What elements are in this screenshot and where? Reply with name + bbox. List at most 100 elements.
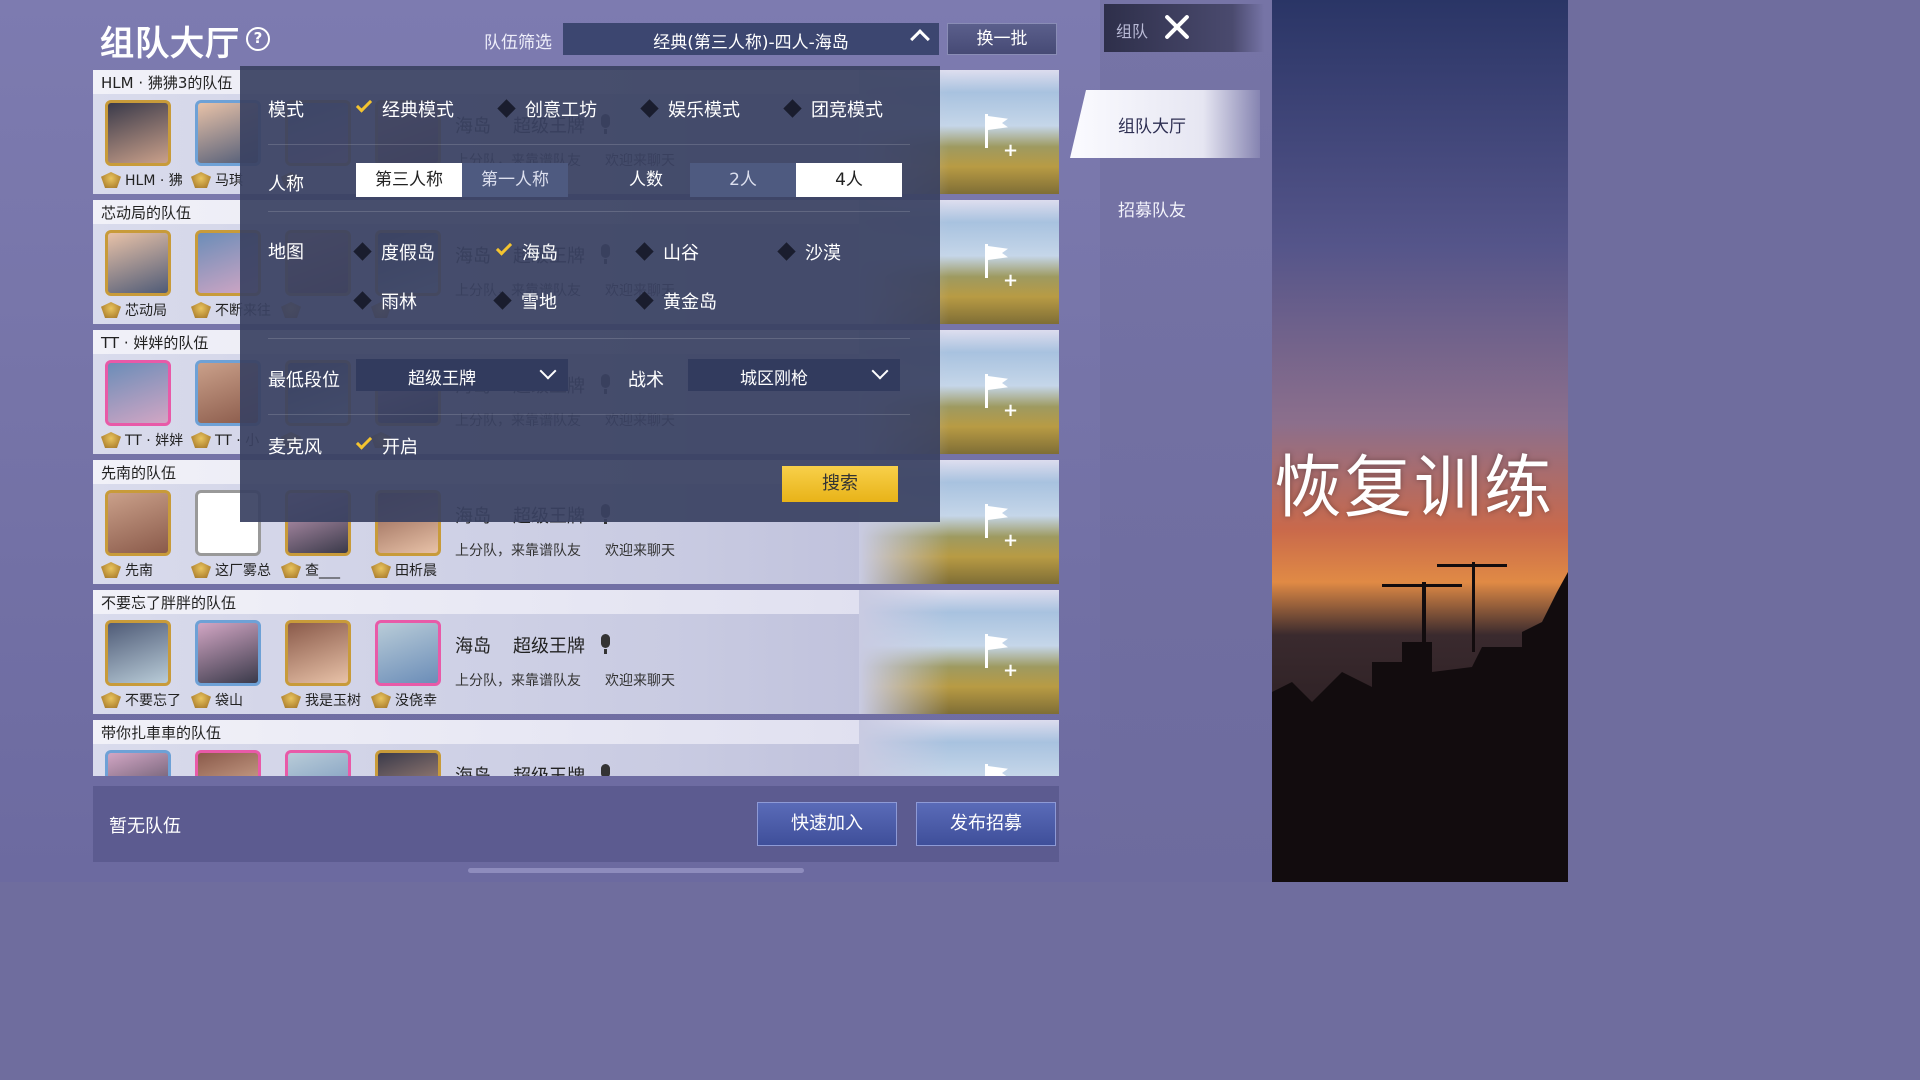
diamond-icon xyxy=(493,291,512,310)
microphone-option-on[interactable]: 开启 xyxy=(355,433,418,459)
member-name: 没侥幸 xyxy=(395,693,437,709)
microphone-label: 麦克风 xyxy=(268,437,322,458)
publish-recruit-button[interactable]: 发布招募 xyxy=(916,802,1056,846)
avatar[interactable] xyxy=(105,230,171,296)
perspective-first-person[interactable]: 第一人称 xyxy=(462,163,568,197)
perspective-third-person[interactable]: 第三人称 xyxy=(356,163,462,197)
team-card[interactable]: 带你扎車車的队伍海岛超级王牌+ xyxy=(93,720,1059,776)
empty-status-text: 暂无队伍 xyxy=(109,816,181,837)
min-rank-value: 超级王牌 xyxy=(408,369,476,389)
tactic-dropdown[interactable]: 城区刚枪 xyxy=(688,359,900,391)
map-label: 地图 xyxy=(268,242,304,263)
mode-option-entertainment[interactable]: 娱乐模式 xyxy=(640,96,740,122)
diamond-icon xyxy=(353,291,372,310)
member-name: 查___ xyxy=(305,563,340,579)
scrollbar[interactable] xyxy=(468,868,804,873)
team-tag: 上分队，来靠谱队友 xyxy=(455,673,581,689)
member-name: TT · 姅姅 xyxy=(125,433,184,449)
rank-badge-icon xyxy=(191,172,211,188)
map-option-valley[interactable]: 山谷 xyxy=(635,239,699,265)
map-option-rainforest[interactable]: 雨林 xyxy=(353,288,417,314)
diamond-icon xyxy=(635,242,654,261)
rank-badge-icon xyxy=(191,302,211,318)
rank-badge-icon xyxy=(191,562,211,578)
diamond-icon xyxy=(353,242,372,261)
filter-panel: 模式 经典模式 创意工坊 娱乐模式 团竞模式 人称 第三人称 第一人称 人数 2… xyxy=(240,66,940,522)
city-skyline-image xyxy=(1272,562,1568,882)
min-rank-dropdown[interactable]: 超级王牌 xyxy=(356,359,568,391)
member-name: 袋山 xyxy=(215,693,243,709)
chevron-down-icon xyxy=(871,362,889,380)
team-filter-select[interactable]: 经典(第三人称)-四人-海岛 xyxy=(563,23,939,55)
mode-label: 模式 xyxy=(268,100,304,121)
avatar[interactable] xyxy=(195,620,261,686)
member-name: HLM · 狒 xyxy=(125,173,183,189)
avatar[interactable] xyxy=(375,750,441,776)
team-rank: 超级王牌 xyxy=(513,636,585,657)
team-filter-label: 队伍筛选 xyxy=(484,33,552,53)
team-name: TT · 姅姅的队伍 xyxy=(101,334,209,352)
diamond-icon xyxy=(640,99,659,118)
search-button[interactable]: 搜索 xyxy=(782,466,898,502)
team-name: 带你扎車車的队伍 xyxy=(101,724,222,742)
avatar[interactable] xyxy=(105,360,171,426)
flag-icon[interactable] xyxy=(981,764,1011,776)
map-option-resort[interactable]: 度假岛 xyxy=(353,239,435,265)
team-map: 海岛 xyxy=(455,636,491,657)
tab-recruit[interactable]: 招募队友 xyxy=(1118,196,1186,221)
mode-option-workshop[interactable]: 创意工坊 xyxy=(497,96,597,122)
tab-team-lobby-label: 组队大厅 xyxy=(1118,117,1186,137)
mode-option-classic[interactable]: 经典模式 xyxy=(355,96,454,122)
rank-badge-icon xyxy=(191,432,211,448)
avatar[interactable] xyxy=(105,490,171,556)
players-option-2[interactable]: 2人 xyxy=(690,163,796,197)
tactic-label: 战术 xyxy=(628,370,664,391)
avatar[interactable] xyxy=(105,750,171,776)
tactic-value: 城区刚枪 xyxy=(740,369,808,389)
divider xyxy=(268,144,910,145)
players-option-4[interactable]: 4人 xyxy=(796,163,902,197)
team-tag: 上分队，来靠谱队友 xyxy=(455,543,581,559)
team-tag: 欢迎来聊天 xyxy=(605,673,675,689)
check-icon xyxy=(355,96,373,113)
team-name: 不要忘了胖胖的队伍 xyxy=(101,594,237,612)
member-name: 芯动局 xyxy=(125,303,167,319)
mode-option-team-deathmatch[interactable]: 团竞模式 xyxy=(783,96,883,122)
map-option-island[interactable]: 海岛 xyxy=(495,239,558,265)
avatar[interactable] xyxy=(285,620,351,686)
side-header-label: 组队 xyxy=(1116,22,1149,41)
plus-icon: + xyxy=(1003,140,1019,161)
rank-badge-icon xyxy=(281,692,301,708)
member-name: 先南 xyxy=(125,563,153,579)
tab-team-lobby[interactable]: 组队大厅 xyxy=(1070,90,1260,158)
diamond-icon xyxy=(635,291,654,310)
map-thumbnail xyxy=(859,590,1059,714)
quick-join-button[interactable]: 快速加入 xyxy=(757,802,897,846)
overlay-caption: 恢复训练 xyxy=(1274,449,1555,528)
member-name: 这厂雾总 xyxy=(215,563,271,579)
help-icon[interactable]: ? xyxy=(246,27,270,51)
avatar[interactable] xyxy=(105,100,171,166)
map-option-snow[interactable]: 雪地 xyxy=(493,288,557,314)
avatar[interactable] xyxy=(285,750,351,776)
map-option-desert[interactable]: 沙漠 xyxy=(777,239,841,265)
side-header: 组队 xyxy=(1104,4,1264,52)
refresh-button[interactable]: 换一批 xyxy=(947,23,1057,55)
map-option-golden-island[interactable]: 黄金岛 xyxy=(635,288,717,314)
diamond-icon xyxy=(497,99,516,118)
team-card[interactable]: 不要忘了胖胖的队伍 不要忘了 袋山 我是玉树 没侥幸 海岛 超级王牌 上分队，来靠谱队友 欢迎来… xyxy=(93,590,1059,714)
team-tag: 欢迎来聊天 xyxy=(605,543,675,559)
rank-badge-icon xyxy=(101,562,121,578)
microphone-icon xyxy=(601,764,610,776)
diamond-icon xyxy=(777,242,796,261)
diamond-icon xyxy=(783,99,802,118)
avatar[interactable] xyxy=(105,620,171,686)
rank-badge-icon xyxy=(191,692,211,708)
divider xyxy=(268,211,910,212)
rank-badge-icon xyxy=(101,692,121,708)
perspective-label: 人称 xyxy=(268,174,304,195)
avatar[interactable] xyxy=(195,750,261,776)
avatar[interactable] xyxy=(375,620,441,686)
close-icon[interactable] xyxy=(1160,10,1194,44)
rank-badge-icon xyxy=(371,562,391,578)
